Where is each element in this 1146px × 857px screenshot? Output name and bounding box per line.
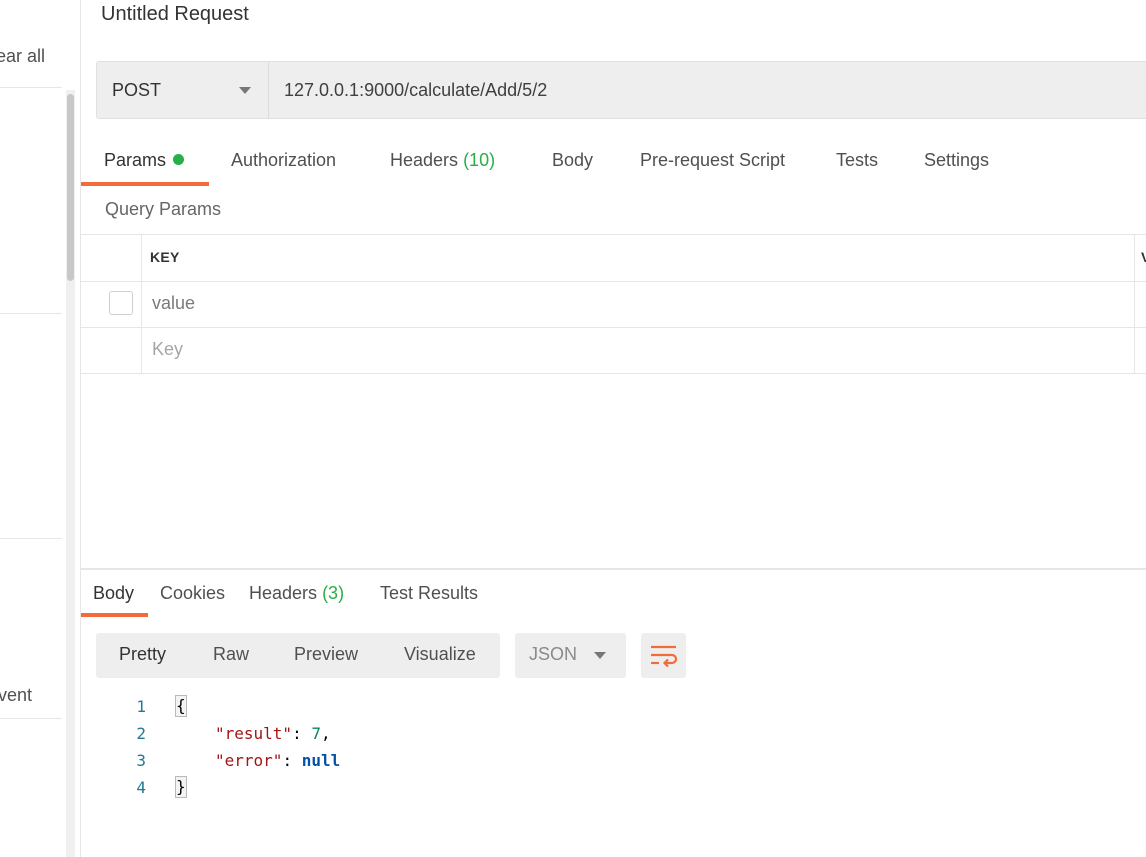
tab-params-label: Params <box>104 150 167 170</box>
wrap-lines-button[interactable] <box>641 633 686 678</box>
code-line: } <box>175 776 187 798</box>
visualize-button[interactable]: Visualize <box>404 644 476 665</box>
response-tab-headers-label: Headers <box>249 583 318 603</box>
view-mode-group: Pretty Raw Preview Visualize <box>96 633 500 678</box>
pane-splitter[interactable] <box>81 568 1146 570</box>
format-select[interactable]: JSON <box>515 633 626 678</box>
divider <box>0 87 62 88</box>
method-label: POST <box>112 80 162 100</box>
response-tab-body[interactable]: Body <box>93 583 134 604</box>
raw-button[interactable]: Raw <box>213 644 249 665</box>
table-row-new: Key <box>81 327 1146 374</box>
tab-settings[interactable]: Settings <box>924 150 989 171</box>
column-divider <box>1134 235 1135 373</box>
sidebar-scrollbar-thumb[interactable] <box>67 94 74 281</box>
line-number: 2 <box>136 724 146 743</box>
code-line: { <box>175 695 187 717</box>
value-column-header: V <box>1141 249 1146 265</box>
open-brace: { <box>175 695 187 717</box>
row-enable-checkbox[interactable] <box>109 291 133 315</box>
line-number: 1 <box>136 697 146 716</box>
tab-params[interactable]: Params <box>104 150 185 171</box>
line-number: 4 <box>136 778 146 797</box>
table-header-row: KEY V <box>81 235 1146 282</box>
response-tab-cookies[interactable]: Cookies <box>160 583 225 604</box>
column-divider <box>141 235 142 373</box>
divider <box>0 313 62 314</box>
response-tab-headers[interactable]: Headers (3) <box>249 583 344 604</box>
divider <box>0 538 62 539</box>
params-indicator-dot <box>173 154 185 165</box>
request-title[interactable]: Untitled Request <box>101 3 249 26</box>
line-number: 3 <box>136 751 146 770</box>
tab-tests[interactable]: Tests <box>836 150 878 171</box>
tab-prerequest-script[interactable]: Pre-request Script <box>640 150 785 171</box>
chevron-down-icon <box>239 87 251 94</box>
active-tab-indicator <box>81 613 148 617</box>
url-input[interactable]: 127.0.0.1:9000/calculate/Add/5/2 <box>269 61 1146 119</box>
tab-headers[interactable]: Headers (10) <box>390 150 495 171</box>
active-tab-indicator <box>81 182 209 186</box>
tab-body[interactable]: Body <box>552 150 593 171</box>
query-params-title: Query Params <box>105 199 222 219</box>
method-select[interactable]: POST <box>96 61 269 119</box>
json-key: "error" <box>215 751 283 770</box>
json-value: null <box>301 751 341 770</box>
key-column-header: KEY <box>150 249 180 265</box>
new-key-input[interactable]: Key <box>152 339 183 360</box>
close-brace: } <box>175 776 187 798</box>
tab-headers-label: Headers <box>390 150 459 170</box>
tab-authorization[interactable]: Authorization <box>231 150 336 171</box>
chevron-down-icon <box>594 652 606 659</box>
code-line: "error": null <box>215 751 341 770</box>
response-headers-count: (3) <box>322 583 345 603</box>
param-key-field[interactable]: value <box>152 293 195 314</box>
sidebar-item-label[interactable]: vent <box>0 685 32 706</box>
clear-all-button[interactable]: ear all <box>0 46 45 67</box>
sidebar: ear all vent <box>0 0 81 857</box>
format-label: JSON <box>529 644 578 664</box>
pretty-button[interactable]: Pretty <box>119 644 166 665</box>
headers-count: (10) <box>463 150 496 170</box>
table-row: value <box>81 281 1146 328</box>
json-key: "result" <box>215 724 293 743</box>
params-table: KEY V value Key <box>81 234 1146 374</box>
code-line: "result": 7, <box>215 724 331 743</box>
preview-button[interactable]: Preview <box>294 644 358 665</box>
response-tab-test-results[interactable]: Test Results <box>380 583 478 604</box>
json-value: 7 <box>311 724 321 743</box>
wrap-lines-icon <box>651 645 678 668</box>
divider <box>0 718 62 719</box>
url-text: 127.0.0.1:9000/calculate/Add/5/2 <box>284 80 548 100</box>
